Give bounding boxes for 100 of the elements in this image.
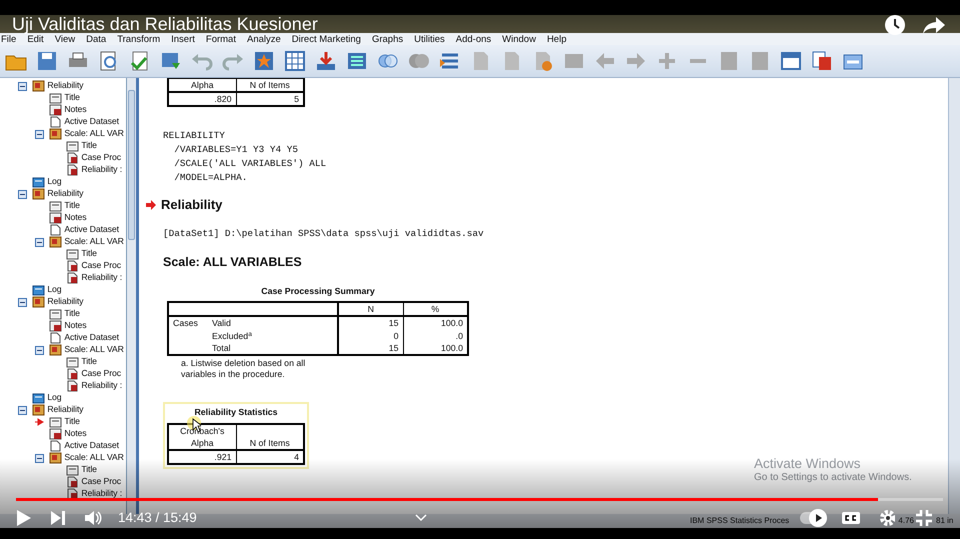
pages-icon[interactable] (810, 49, 834, 73)
table-icon (66, 476, 79, 488)
tree-item[interactable]: Reliability (0, 404, 126, 416)
tree-item[interactable]: Active Dataset (0, 440, 126, 452)
play-button[interactable] (16, 509, 32, 527)
menu-item[interactable]: File (1, 33, 22, 45)
collapse-icon[interactable] (35, 454, 44, 462)
collapse-icon[interactable] (35, 346, 44, 354)
menu-item[interactable]: Data (86, 33, 112, 45)
page-icon (66, 464, 79, 476)
collapse-icon[interactable] (18, 298, 27, 306)
tree-item[interactable]: Log (0, 176, 126, 188)
tree-item[interactable]: Reliability (0, 80, 126, 92)
table-title: Reliability Statistics (193, 406, 279, 420)
tree-item[interactable]: Notes (0, 212, 126, 224)
download-icon[interactable] (314, 49, 338, 73)
table-icon[interactable] (779, 49, 803, 73)
collapse-icon[interactable] (18, 82, 27, 90)
grid-icon[interactable] (283, 49, 307, 73)
menu-item[interactable]: Add-ons (456, 33, 498, 45)
tree-item[interactable]: Active Dataset (0, 224, 126, 236)
output-subheading: Scale: ALL VARIABLES (163, 254, 302, 270)
tree-item[interactable]: Active Dataset (0, 332, 126, 344)
menu-item[interactable]: Window (502, 33, 542, 45)
page-icon (49, 308, 62, 320)
volume-button[interactable] (84, 510, 102, 526)
dataset-path: [DataSet1] D:\pelatihan SPSS\data spss\uji valididtas.sav (163, 226, 485, 240)
notes-icon (49, 212, 62, 224)
clock-icon[interactable] (884, 14, 906, 36)
fullscreen-button[interactable] (915, 509, 933, 527)
tree-item[interactable]: Title (0, 200, 126, 212)
tree-item[interactable]: Title (0, 140, 126, 152)
menu-item[interactable]: Utilities (414, 33, 451, 45)
menu-item[interactable]: Graphs (372, 33, 410, 45)
menu-item[interactable]: Format (206, 33, 242, 45)
menu-item[interactable]: Insert (171, 33, 201, 45)
next-button[interactable] (50, 510, 66, 526)
save-icon[interactable] (35, 49, 59, 73)
time-display: 14:43 / 15:49 (118, 508, 197, 527)
row-header: Cases (168, 316, 208, 330)
tree-item[interactable]: Scale: ALL VAR (0, 452, 126, 464)
share-icon[interactable] (922, 14, 946, 36)
document-icon (49, 440, 62, 452)
menu-item[interactable]: View (54, 33, 82, 45)
page-icon (66, 356, 79, 368)
notes-icon (49, 428, 62, 440)
tree-item[interactable]: Reliability (0, 188, 126, 200)
tree-item[interactable]: Reliability (0, 296, 126, 308)
tree-item[interactable]: Title (0, 464, 126, 476)
row-header: Total (208, 342, 338, 356)
collapse-icon[interactable] (18, 406, 27, 414)
page-icon (49, 200, 62, 212)
menu-item[interactable]: Analyze (246, 33, 287, 45)
collapse-icon[interactable] (18, 190, 27, 198)
page-icon (66, 140, 79, 152)
tree-item[interactable]: Title (0, 92, 126, 104)
captions-button[interactable] (841, 511, 861, 525)
tree-item[interactable]: Case Proc (0, 476, 126, 488)
table-title: Case Processing Summary (260, 285, 376, 298)
document-icon (49, 116, 62, 128)
tree-item[interactable]: Case Proc (0, 260, 126, 272)
menu-item[interactable]: Direct Marketing (292, 33, 367, 45)
table-icon (66, 152, 79, 164)
settings-button[interactable] (879, 509, 895, 527)
tree-item[interactable]: Notes (0, 320, 126, 332)
tree-item[interactable]: Scale: ALL VAR (0, 344, 126, 356)
selection-arrow-icon (35, 418, 44, 426)
tree-item[interactable]: Title (0, 308, 126, 320)
autoplay-toggle[interactable] (799, 509, 827, 527)
menu-item[interactable]: Edit (27, 33, 50, 45)
collapse-icon[interactable] (35, 238, 44, 246)
scrollbar[interactable] (948, 78, 960, 514)
menu-item[interactable]: Transform (117, 33, 166, 45)
tree-item[interactable]: Reliability : (0, 164, 126, 176)
syntax-text: RELIABILITY /VARIABLES=Y1 Y3 Y4 Y5 /SCALE('ALL VARIABLES') ALL /MODEL=ALPHA. (163, 129, 328, 185)
status-text: IBM SPSS Statistics Proces (690, 515, 790, 527)
tree-item[interactable]: Scale: ALL VAR (0, 236, 126, 248)
tree-item[interactable]: Reliability : (0, 272, 126, 284)
tree-item[interactable]: Reliability : (0, 380, 126, 392)
collapse-icon[interactable] (35, 130, 44, 138)
tree-item[interactable]: Notes (0, 428, 126, 440)
tree-item[interactable]: Notes (0, 104, 126, 116)
tree-item[interactable]: Title (0, 248, 126, 260)
tree-item[interactable]: Title (0, 416, 126, 428)
tree-item[interactable]: Log (0, 392, 126, 404)
tree-item[interactable]: Log (0, 284, 126, 296)
table-cell: 0 (338, 329, 403, 342)
scrollbar[interactable] (126, 78, 136, 514)
tree-item[interactable]: Case Proc (0, 152, 126, 164)
menu-item[interactable]: Help (546, 33, 572, 45)
tree-item[interactable]: Title (0, 356, 126, 368)
row-header: Excluded$^{a}$ (208, 329, 338, 342)
tree-item[interactable]: Case Proc (0, 368, 126, 380)
table-icon (66, 164, 79, 176)
chevron-icon[interactable] (414, 514, 427, 522)
document-icon (49, 224, 62, 236)
notes-icon (49, 104, 62, 116)
page-icon (66, 248, 79, 260)
tree-item[interactable]: Active Dataset (0, 116, 126, 128)
tree-item[interactable]: Scale: ALL VAR (0, 128, 126, 140)
